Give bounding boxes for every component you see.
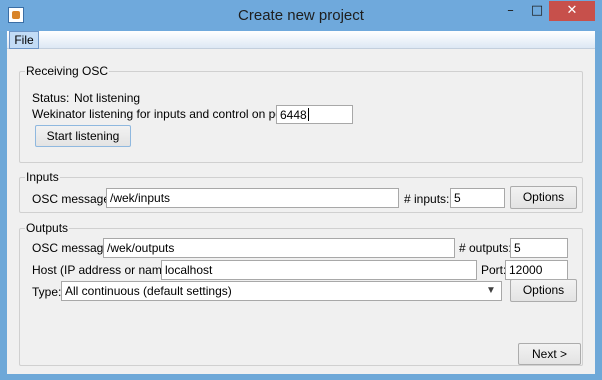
close-button[interactable]: ✕ xyxy=(549,1,595,21)
host-label: Host (IP address or name): xyxy=(32,263,176,277)
type-select[interactable]: All continuous (default settings) ▼ xyxy=(61,281,502,301)
chevron-down-icon[interactable]: ▼ xyxy=(485,285,497,297)
num-inputs-field[interactable]: 5 xyxy=(450,188,505,208)
maximize-button[interactable]: □ xyxy=(524,1,550,21)
output-port-field[interactable]: 12000 xyxy=(505,260,568,280)
receiving-osc-legend: Receiving OSC xyxy=(25,64,110,78)
output-port-label: Port: xyxy=(481,263,507,277)
inputs-osc-message-field[interactable]: /wek/inputs xyxy=(106,188,399,208)
type-select-value: All continuous (default settings) xyxy=(65,284,232,298)
listen-port-field[interactable]: 6448 xyxy=(276,105,353,124)
start-listening-button[interactable]: Start listening xyxy=(35,125,131,147)
menu-bar: File xyxy=(7,31,595,49)
status-value: Not listening xyxy=(74,91,141,105)
listen-port-label: Wekinator listening for inputs and contr… xyxy=(32,107,293,121)
menu-file[interactable]: File xyxy=(9,31,39,49)
outputs-legend: Outputs xyxy=(25,221,70,235)
num-outputs-field[interactable]: 5 xyxy=(510,238,568,258)
listen-port-value: 6448 xyxy=(280,108,307,122)
inputs-options-button[interactable]: Options xyxy=(510,186,577,209)
next-button[interactable]: Next > xyxy=(518,343,581,365)
num-inputs-label: # inputs: xyxy=(404,192,450,206)
num-outputs-label: # outputs: xyxy=(459,241,512,255)
outputs-osc-message-label: OSC message: xyxy=(32,241,114,255)
status-label: Status: xyxy=(32,91,70,105)
window-client: File Receiving OSC Status: Not listening… xyxy=(7,31,595,374)
host-field[interactable]: localhost xyxy=(161,260,477,280)
inputs-legend: Inputs xyxy=(25,170,60,184)
outputs-options-button[interactable]: Options xyxy=(510,279,577,302)
minimize-button[interactable]: – xyxy=(497,1,524,21)
inputs-osc-message-label: OSC message: xyxy=(32,192,114,206)
text-caret xyxy=(307,108,309,121)
type-label: Type: xyxy=(32,285,62,299)
outputs-osc-message-field[interactable]: /wek/outputs xyxy=(103,238,455,258)
